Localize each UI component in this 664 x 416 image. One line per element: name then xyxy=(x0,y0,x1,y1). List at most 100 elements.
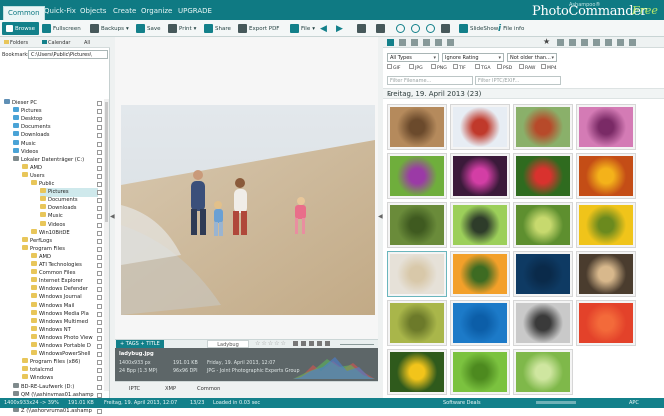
thumb-green-landscape[interactable] xyxy=(513,349,573,395)
thumb-red-flower[interactable] xyxy=(513,153,573,199)
path-input[interactable]: C:\Users\Public\Pictures\ xyxy=(28,50,108,59)
title-field[interactable]: Ladybug xyxy=(207,340,249,348)
tab-iptc[interactable]: IPTC xyxy=(129,386,140,392)
tree-item-checkbox[interactable] xyxy=(97,384,102,390)
tree-item-checkbox[interactable] xyxy=(97,165,102,171)
tree-item-checkbox[interactable] xyxy=(97,392,102,398)
tree-item-checkbox[interactable] xyxy=(97,335,102,341)
checkbox-box[interactable] xyxy=(541,64,546,69)
paste-icon[interactable] xyxy=(569,39,576,46)
thumb-berries[interactable] xyxy=(576,153,636,199)
copy-icon[interactable] xyxy=(557,39,564,46)
thumb-pink-flower[interactable] xyxy=(576,104,636,150)
save-button[interactable]: Save xyxy=(136,23,161,34)
tree-item-checkbox[interactable] xyxy=(97,352,102,358)
chevron-down-icon[interactable]: ⌄ xyxy=(387,90,393,98)
format-checkbox[interactable]: TIF xyxy=(453,64,466,73)
zoom-status-slider[interactable] xyxy=(536,401,576,404)
tree-item-checkbox[interactable] xyxy=(97,327,102,333)
thumb-mushrooms[interactable] xyxy=(576,251,636,297)
tab-organize[interactable]: Organize xyxy=(141,7,172,16)
tree-item[interactable]: Z (\\ashorvruma01.ashamp xyxy=(13,406,98,416)
format-checkbox[interactable]: MP4 xyxy=(541,64,557,73)
tree-item-checkbox[interactable] xyxy=(97,303,102,309)
star-icon[interactable]: ★ xyxy=(543,37,550,46)
thumb-lizard[interactable] xyxy=(387,104,447,150)
checkbox-box[interactable] xyxy=(409,64,414,69)
tab-common-info[interactable]: Common xyxy=(197,386,220,392)
file-info-button[interactable]: i File info xyxy=(498,23,524,34)
format-checkbox[interactable]: TGA xyxy=(475,64,491,73)
tree-item-checkbox[interactable] xyxy=(97,295,102,301)
thumb-butterfly[interactable] xyxy=(450,104,510,150)
tree-item-checkbox[interactable] xyxy=(97,125,102,131)
thumb-frog[interactable] xyxy=(450,349,510,395)
thumb-dragonfly[interactable] xyxy=(513,202,573,248)
list-view-icon[interactable] xyxy=(399,39,406,46)
thumb-purple-flower[interactable] xyxy=(387,153,447,199)
thumb-caterpillar[interactable] xyxy=(387,300,447,346)
scrollbar-thumb[interactable] xyxy=(105,102,108,222)
thumb-yellow-flower[interactable] xyxy=(576,202,636,248)
forward-button[interactable]: ▶ xyxy=(336,23,343,34)
refresh-icon[interactable] xyxy=(617,39,624,46)
checkbox-box[interactable] xyxy=(475,64,480,69)
tree-item-checkbox[interactable] xyxy=(97,254,102,260)
tree-item-checkbox[interactable] xyxy=(97,157,102,163)
rotate-right-button[interactable] xyxy=(376,23,385,34)
tree-item-checkbox[interactable] xyxy=(97,222,102,228)
tab-objects[interactable]: Objects xyxy=(80,7,106,16)
thumb-magenta-flower[interactable] xyxy=(450,153,510,199)
checkbox-box[interactable] xyxy=(431,64,436,69)
tree-item-checkbox[interactable] xyxy=(97,408,102,414)
format-checkbox[interactable]: PNG xyxy=(431,64,447,73)
tree-item-checkbox[interactable] xyxy=(97,319,102,325)
tab-calendar[interactable]: Calendar xyxy=(42,40,70,46)
tree-item-checkbox[interactable] xyxy=(97,230,102,236)
file-button[interactable]: File ▾ xyxy=(290,23,315,34)
thumb-sunflower[interactable] xyxy=(387,349,447,395)
zoom-slider[interactable] xyxy=(340,344,374,345)
format-checkbox[interactable]: GIF xyxy=(387,64,401,73)
filter-icon[interactable] xyxy=(435,39,442,46)
thumb-crab[interactable] xyxy=(513,104,573,150)
tree-item-checkbox[interactable] xyxy=(97,101,102,106)
software-deals-link[interactable]: Software Deals xyxy=(443,398,481,408)
checkbox-box[interactable] xyxy=(519,64,524,69)
thumb-red-petals[interactable] xyxy=(576,300,636,346)
grid-view-icon[interactable] xyxy=(387,39,394,46)
tree-item-checkbox[interactable] xyxy=(97,190,102,196)
tab-common[interactable]: Common xyxy=(3,6,45,20)
tree-item-checkbox[interactable] xyxy=(97,198,102,204)
move-icon[interactable] xyxy=(581,39,588,46)
backups-button[interactable]: Backups ▾ xyxy=(90,23,129,34)
thumb-beach-family[interactable] xyxy=(387,251,447,297)
tree-item-checkbox[interactable] xyxy=(97,133,102,139)
thumb-sunset[interactable] xyxy=(450,251,510,297)
tab-folders[interactable]: Folders xyxy=(4,40,28,46)
rotate-left-button[interactable] xyxy=(357,23,366,34)
tree-item-checkbox[interactable] xyxy=(97,279,102,285)
thumb-old-portrait[interactable] xyxy=(513,300,573,346)
zoom-fit-button[interactable] xyxy=(426,23,435,34)
delete-icon[interactable] xyxy=(605,39,612,46)
thumb-beetle[interactable] xyxy=(450,202,510,248)
tab-upgrade[interactable]: UPGRADE xyxy=(178,7,212,16)
tree-item-checkbox[interactable] xyxy=(97,141,102,147)
tree-item-checkbox[interactable] xyxy=(97,263,102,268)
tree-item-checkbox[interactable] xyxy=(97,206,102,212)
tree-item-checkbox[interactable] xyxy=(97,287,102,293)
actual-size-button[interactable] xyxy=(441,23,450,34)
tree-item-checkbox[interactable] xyxy=(97,149,102,155)
tree-item-checkbox[interactable] xyxy=(97,238,102,244)
thumb-plane[interactable] xyxy=(450,300,510,346)
print-button[interactable]: Print ▾ xyxy=(168,23,196,34)
tab-all[interactable]: All xyxy=(84,40,90,46)
settings-icon[interactable] xyxy=(629,39,636,46)
zoom-out-button[interactable] xyxy=(411,23,420,34)
export-pdf-button[interactable]: Export PDF xyxy=(238,23,279,34)
zoom-in-button[interactable] xyxy=(396,23,405,34)
tree-item-checkbox[interactable] xyxy=(97,182,102,187)
format-checkbox[interactable]: JPG xyxy=(409,64,423,73)
thumb-moon[interactable] xyxy=(513,251,573,297)
